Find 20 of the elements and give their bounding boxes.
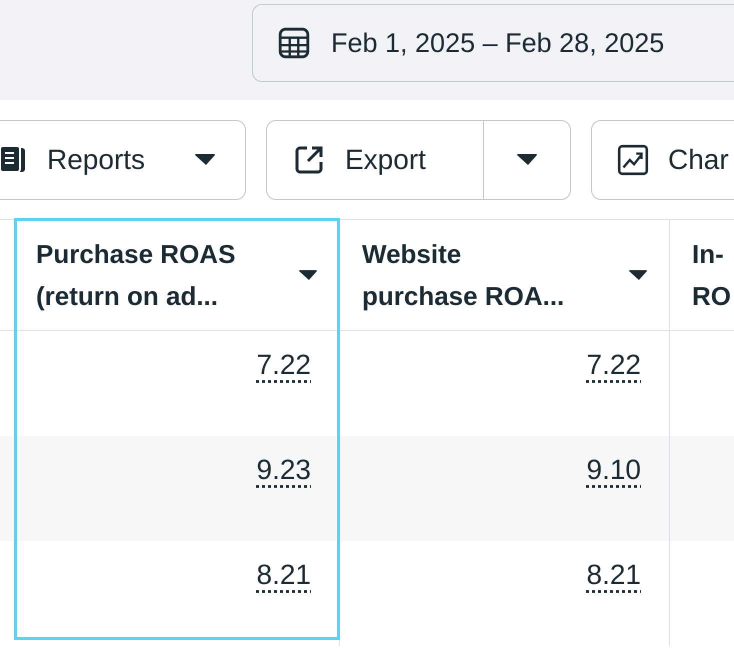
caret-icon — [517, 154, 537, 166]
caret-icon — [195, 154, 215, 166]
column-header[interactable]: Website purchase ROA... — [362, 233, 564, 317]
column-header[interactable]: In- RO — [692, 233, 731, 317]
table-cell: 8.21 — [256, 559, 311, 590]
line-chart-icon — [616, 142, 650, 176]
table-cell: 9.10 — [586, 454, 641, 485]
calendar-icon — [277, 26, 311, 60]
caret-icon[interactable] — [299, 270, 317, 280]
export-icon — [293, 144, 325, 176]
reports-dropdown-button[interactable]: Reports — [0, 120, 246, 200]
table-cell: 8.21 — [586, 559, 641, 590]
table-cell: 7.22 — [256, 349, 311, 380]
column-header[interactable]: Purchase ROAS (return on ad... — [36, 233, 236, 317]
caret-icon[interactable] — [629, 270, 647, 280]
charts-button[interactable]: Char — [591, 120, 734, 200]
date-range-button[interactable]: Feb 1, 2025 – Feb 28, 2025 — [252, 4, 734, 82]
table-cell: 9.23 — [256, 454, 311, 485]
table-cell: 7.22 — [586, 349, 641, 380]
export-button[interactable]: Export — [267, 120, 484, 198]
